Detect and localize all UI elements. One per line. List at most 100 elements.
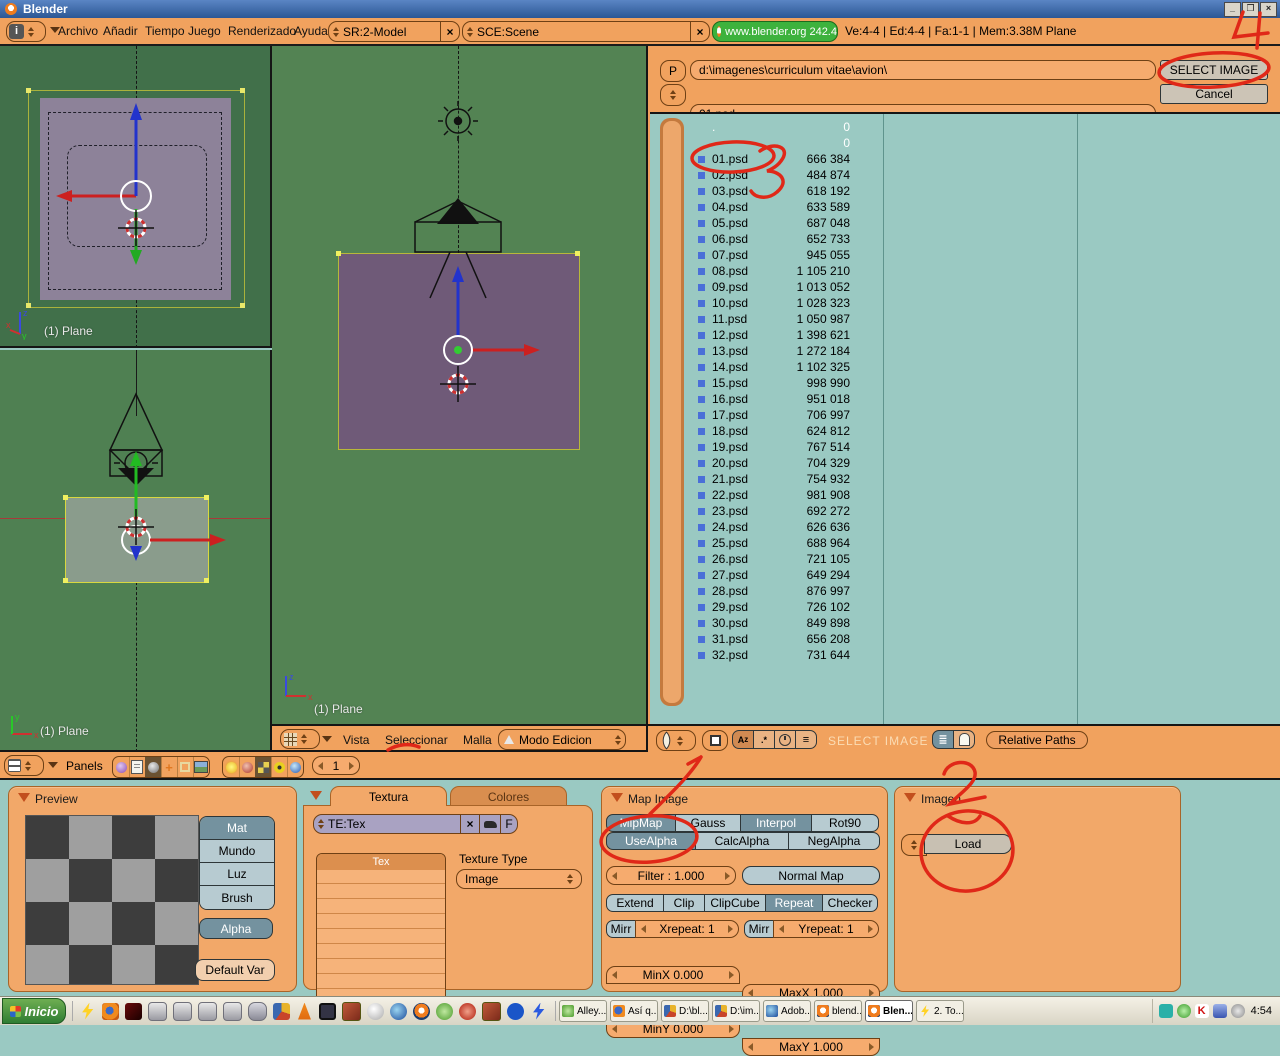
default-var-button[interactable]: Default Var (195, 959, 275, 981)
tray-green-icon[interactable] (1177, 1004, 1191, 1018)
start-button[interactable]: Inicio (2, 998, 66, 1024)
file-row[interactable]: 09.psd1 013 052 (690, 279, 850, 295)
texture-datablock-stepper-icon[interactable] (318, 819, 324, 829)
vlc-icon[interactable] (296, 1003, 313, 1020)
media-player-icon[interactable] (319, 1003, 336, 1020)
picture-red2-icon[interactable] (482, 1002, 501, 1021)
file-row[interactable]: 20.psd704 329 (690, 455, 850, 471)
preview-brush-button[interactable]: Brush (200, 886, 274, 909)
menu-anadir[interactable]: Añadir (103, 24, 138, 38)
tray-teal-icon[interactable] (1159, 1004, 1173, 1018)
scene-stepper-icon[interactable] (467, 27, 473, 37)
texture-delete-icon[interactable]: × (460, 815, 479, 833)
buttons-header-collapse-icon[interactable] (48, 762, 58, 768)
file-row[interactable]: 07.psd945 055 (690, 247, 850, 263)
drive-4-icon[interactable] (223, 1002, 242, 1021)
yrepeat-increment-icon[interactable] (868, 925, 873, 933)
task-asi-que[interactable]: Así q... (610, 1000, 658, 1022)
context-shading-icon[interactable] (145, 757, 162, 777)
task-alley[interactable]: Alley... (559, 1000, 607, 1022)
negalpha-button[interactable]: NegAlpha (788, 832, 880, 850)
menu-vista[interactable]: Vista (343, 733, 369, 747)
restore-button[interactable]: ❐ (1242, 2, 1259, 17)
filter-decrement-icon[interactable] (612, 872, 617, 880)
file-row[interactable]: 28.psd876 997 (690, 583, 850, 599)
panel-collapse-icon[interactable] (18, 793, 30, 802)
flashget-icon[interactable] (530, 1003, 547, 1020)
frame-increment-icon[interactable] (349, 762, 354, 770)
drive-2-icon[interactable] (173, 1002, 192, 1021)
menu-seleccionar[interactable]: Seleccionar (385, 733, 448, 747)
gauss-button[interactable]: Gauss (675, 814, 741, 832)
filter-increment-icon[interactable] (725, 872, 730, 880)
usb-drive-icon[interactable] (248, 1002, 267, 1021)
preview-luz-button[interactable]: Luz (200, 863, 274, 886)
screen-selector[interactable]: SR:2-Model × (328, 21, 460, 42)
minx-field[interactable]: MinX 0.000 (606, 966, 740, 984)
sort-time-button[interactable] (774, 730, 796, 749)
picture-red-icon[interactable] (342, 1002, 361, 1021)
context-script-icon[interactable] (129, 757, 146, 777)
app-darkred-icon[interactable] (125, 1003, 142, 1020)
context-logic-icon[interactable] (113, 757, 130, 777)
file-row[interactable]: 24.psd626 636 (690, 519, 850, 535)
file-row[interactable]: 14.psd1 102 325 (690, 359, 850, 375)
usealpha-button[interactable]: UseAlpha (606, 832, 696, 850)
texture-type-dropdown[interactable]: Image (456, 869, 582, 889)
file-row[interactable]: 15.psd998 990 (690, 375, 850, 391)
screen-stepper-icon[interactable] (333, 27, 339, 37)
relative-paths-button[interactable]: Relative Paths (986, 731, 1088, 749)
sort-alpha-button[interactable]: Az (732, 730, 754, 749)
file-row[interactable]: 11.psd1 050 987 (690, 311, 850, 327)
file-row[interactable]: 27.psd649 294 (690, 567, 850, 583)
file-row[interactable]: 31.psd656 208 (690, 631, 850, 647)
viewport-front[interactable]: z x (1) Plane (272, 46, 648, 724)
context-editing-icon[interactable] (177, 757, 194, 777)
subcontext-material-icon[interactable] (239, 757, 256, 777)
sort-size-button[interactable]: ≡ (795, 730, 817, 749)
cancel-button[interactable]: Cancel (1160, 84, 1268, 104)
load-image-button[interactable]: Load (924, 834, 1012, 854)
file-row[interactable]: 32.psd731 644 (690, 647, 850, 663)
filebrowser-type-button[interactable] (656, 730, 696, 751)
subcontext-world-icon[interactable] (287, 757, 303, 777)
viewport-top[interactable]: x y (1) Plane (0, 350, 272, 752)
minimize-button[interactable]: _ (1224, 2, 1241, 17)
checker-button[interactable]: Checker (822, 894, 878, 912)
panel-collapse-icon[interactable] (611, 793, 623, 802)
clip-button[interactable]: Clip (663, 894, 705, 912)
file-row[interactable]: 02.psd484 874 (690, 167, 850, 183)
file-row[interactable]: 19.psd767 514 (690, 439, 850, 455)
file-list-scrollbar[interactable] (660, 118, 684, 706)
file-row[interactable]: 25.psd688 964 (690, 535, 850, 551)
window-type-button[interactable]: i (6, 21, 46, 42)
bittorrent-icon[interactable] (507, 1003, 524, 1020)
file-row[interactable]: 01.psd666 384 (690, 151, 850, 167)
extend-button[interactable]: Extend (606, 894, 664, 912)
app-blue-icon[interactable] (390, 1003, 407, 1020)
interpol-button[interactable]: Interpol (740, 814, 812, 832)
mirr-x-button[interactable]: Mirr (606, 920, 636, 938)
file-row[interactable]: 23.psd692 272 (690, 503, 850, 519)
xrepeat-field[interactable]: Xrepeat: 1 (635, 920, 739, 938)
texture-channel-list[interactable]: Tex (316, 853, 446, 1004)
file-row[interactable]: .0 (690, 119, 850, 135)
subcontext-texture-icon[interactable] (255, 757, 272, 777)
blender-icon[interactable] (413, 1003, 430, 1020)
context-object-icon[interactable]: + (161, 757, 178, 777)
file-row[interactable]: 06.psd652 733 (690, 231, 850, 247)
task-blender-2[interactable]: Blen... (865, 1000, 913, 1022)
filter-slider[interactable]: Filter : 1.000 (606, 866, 736, 885)
fullscreen-button[interactable] (702, 730, 728, 751)
tab-colores[interactable]: Colores (450, 786, 567, 806)
path-input[interactable]: d:\imagenes\curriculum vitae\avion\ (690, 60, 1156, 80)
subcontext-radiosity-icon[interactable] (271, 757, 288, 777)
preview-alpha-button[interactable]: Alpha (199, 918, 273, 939)
viewport-camera[interactable]: z x y (1) Plane (0, 46, 272, 348)
buttons-window-type-button[interactable] (4, 755, 44, 776)
menu-archivo[interactable]: Archivo (58, 24, 98, 38)
tray-k-icon[interactable]: K (1195, 1004, 1209, 1018)
scrollbar-thumb[interactable] (663, 121, 681, 703)
rot90-button[interactable]: Rot90 (811, 814, 879, 832)
texture-datablock[interactable]: TE:Tex × F (313, 814, 518, 834)
